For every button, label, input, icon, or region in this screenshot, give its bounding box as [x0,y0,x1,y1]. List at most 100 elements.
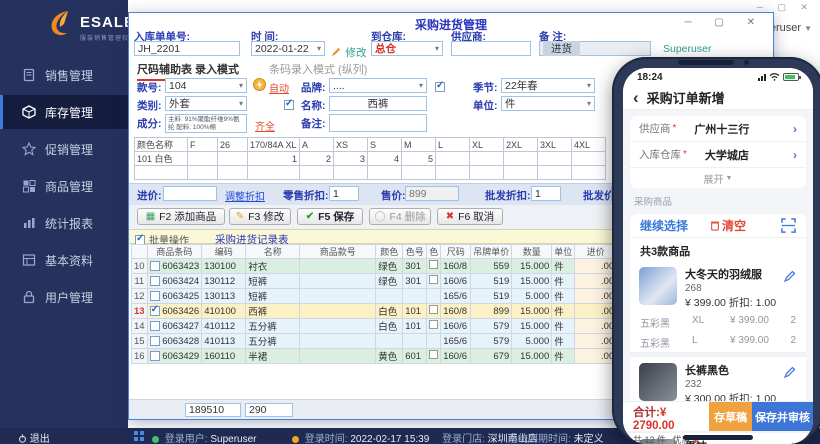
dialog-window-controls[interactable]: ─ ▢ ✕ [685,17,765,28]
promo-star-icon [22,142,36,156]
size-matrix[interactable]: 颜色名称F26170/84A XLAXSSMLXL2XL3XL4XL101 白色… [134,137,606,180]
logout-button[interactable]: 退出 [18,430,50,444]
brand-select[interactable]: ....▾ [329,78,427,93]
category-checkbox[interactable] [284,100,294,110]
continue-select-button[interactable]: 继续选择 [640,217,688,234]
item-name: 长裤黑色 [685,362,797,378]
supplier-input[interactable] [451,41,531,56]
scan-icon[interactable] [781,218,796,233]
tab-barcode-mode[interactable]: 条码录入模式 (纵列) [269,61,367,77]
item-price: ¥ 399.00 折扣: 1.00 [685,295,797,310]
brand-name: ESALE [80,14,135,31]
yellow-dot-icon [292,436,299,443]
sales-doc-icon [22,68,36,82]
composition-input[interactable]: 主料: 91%聚酯纤维9%氨纶 配料: 100%棉 [165,114,247,133]
edit-pencil-icon[interactable] [784,365,796,383]
status-expire: 系统到期时间: 未定义 [508,430,604,444]
phone-screen: 18:24 ‹ 采购订单新增 供应商* 广州十三行 › [623,68,813,444]
fkey-button-3[interactable]: ✔F5 保存 [297,208,363,225]
sidebar-item-label: 库存管理 [45,104,93,121]
taskbar-app-icon[interactable] [134,431,144,441]
sidebar-item-1[interactable]: 销售管理 [0,58,128,92]
item-code: 232 [685,379,797,390]
auto-link[interactable]: 自动 [269,80,289,95]
edit-pencil-icon: ✎ [236,211,244,222]
unit-select[interactable]: 件▾ [501,96,595,111]
fkey-button-4[interactable]: ◯F4 删除 [369,208,431,225]
note-label: 备注: [301,116,326,131]
row-checkbox[interactable] [150,261,160,271]
trash-icon [710,220,720,231]
purchase-goods-label: 采购商品 [634,194,802,208]
signal-icon [758,74,766,81]
name-input[interactable]: 西裤 [329,96,427,111]
row-checkbox[interactable] [150,351,160,361]
row-checkbox[interactable] [150,321,160,331]
row-checkbox[interactable] [150,336,160,346]
cancel-x-icon: ✖ [446,211,454,222]
screen: ─ ▢ ✕ Superuser ▼ ESALE 服装销售管理软件 销售管理库存管… [0,0,820,444]
fkey-button-2[interactable]: ✎F3 修改 [229,208,291,225]
user-lock-icon [22,290,36,304]
expand-toggle[interactable]: 展开▼ [630,168,806,188]
phone-body: 供应商* 广州十三行 › 入库仓库* 大学城店 › 展开▼ 采购商品 继续选择 [623,110,813,444]
wholesale-discount-input[interactable]: 1 [531,186,561,201]
remark-input[interactable]: 进货 [539,41,651,56]
fkey-button-label: F4 删除 [390,209,426,224]
footer-total-input[interactable]: 189510 [185,403,241,417]
sku-cell: ¥ 399.00 [730,315,788,330]
row-checkbox[interactable] [150,291,160,301]
adjust-discount-link[interactable]: 调整折扣 [225,188,265,203]
style-input[interactable]: 104▾ [165,78,247,93]
row-checkbox[interactable] [150,276,160,286]
save-draft-button[interactable]: 存草稿 [709,402,752,431]
fkey-button-5[interactable]: ✖F6 取消 [437,208,503,225]
sidebar: ESALE 服装销售管理软件 销售管理库存管理促销管理商品管理统计报表基本资料用… [0,0,128,428]
sidebar-item-2[interactable]: 库存管理 [0,95,128,129]
home-indicator[interactable] [683,435,753,440]
auto-lightning-icon[interactable] [253,78,266,91]
back-chevron-icon[interactable]: ‹ [633,88,639,108]
category-label: 类别: [137,98,162,113]
sidebar-item-6[interactable]: 基本资料 [0,243,128,277]
color-swatch [429,260,438,269]
fkey-button-label: F2 添加商品 [159,209,216,224]
supplier-row[interactable]: 供应商* 广州十三行 › [630,116,806,142]
sku-cell: 五彩黑 [640,335,692,350]
order-no-input[interactable]: JH_2201 [134,41,240,56]
note-input[interactable] [329,114,427,132]
phone-page-title: 采购订单新增 [647,88,725,107]
row-checkbox[interactable] [150,306,160,316]
phone-time: 18:24 [637,72,663,83]
warehouse-row[interactable]: 入库仓库* 大学城店 › [630,142,806,168]
complete-link[interactable]: 齐全 [255,118,275,133]
warehouse-select[interactable]: 总仓▾ [371,41,443,56]
category-select[interactable]: 外套▾ [165,96,247,111]
sidebar-item-3[interactable]: 促销管理 [0,132,128,166]
modify-link[interactable]: 修改 [331,43,366,61]
battery-icon [783,73,799,81]
color-swatch [429,305,438,314]
sidebar-item-4[interactable]: 商品管理 [0,169,128,203]
sidebar-item-label: 统计报表 [45,215,93,232]
phone-item[interactable]: 大冬天的羽绒服268¥ 399.00 折扣: 1.00 [630,261,806,312]
item-actions: 继续选择 清空 [630,214,806,238]
retail-discount-label: 零售折扣: [283,188,329,203]
save-audit-button[interactable]: 保存并审核 [752,402,813,431]
season-select[interactable]: 22年春▾ [501,78,595,93]
fkey-button-1[interactable]: ▦ F2 添加商品 [137,208,225,225]
sidebar-item-5[interactable]: 统计报表 [0,206,128,240]
clear-button[interactable]: 清空 [710,217,746,234]
add-product-icon: ▦ [146,211,155,222]
time-input[interactable]: 2022-01-22▾ [251,41,325,56]
sku-cell: 五彩黑 [640,315,692,330]
sale-price-input[interactable]: 899 [405,186,459,201]
inventory-box-icon [22,105,36,119]
retail-discount-input[interactable]: 1 [329,186,359,201]
brand-checkbox[interactable] [435,82,445,92]
purchase-price-input[interactable] [163,186,217,201]
footer-qty-input[interactable]: 290 [245,403,293,417]
item-name: 大冬天的羽绒服 [685,266,797,282]
sidebar-item-7[interactable]: 用户管理 [0,280,128,314]
edit-pencil-icon[interactable] [784,269,796,287]
